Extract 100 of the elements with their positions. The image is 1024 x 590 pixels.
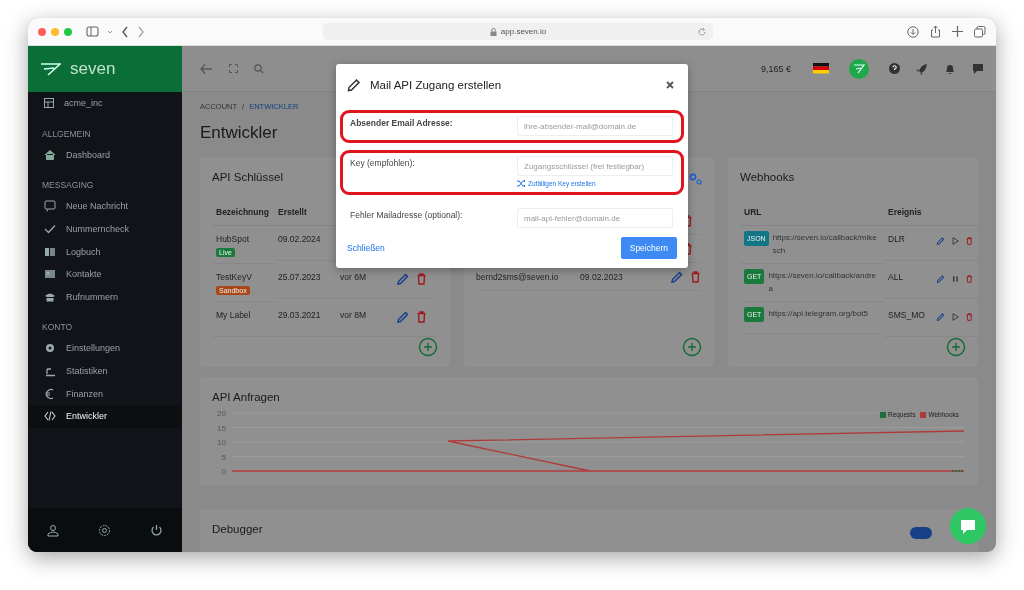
table-cell: SMS_MO (884, 302, 932, 337)
table-cell-text: HubSpot (216, 234, 251, 244)
gears-icon[interactable] (689, 173, 702, 185)
lock-icon (489, 27, 497, 36)
table-cell: vor 8M (340, 310, 366, 320)
contact-card-icon (44, 268, 56, 281)
nav-item[interactable]: Kontakte (28, 262, 182, 286)
home-icon (44, 148, 56, 161)
chevron-down-icon[interactable] (107, 29, 113, 34)
trash-icon[interactable] (965, 272, 974, 286)
code-icon (44, 410, 56, 423)
download-icon[interactable] (907, 25, 919, 38)
book-icon (44, 245, 56, 258)
column-header: Bezeichnung (212, 207, 274, 226)
paper-plane-icon (40, 62, 61, 76)
section-heading: KONTO (41, 321, 74, 335)
account-item[interactable]: acme_inc (28, 92, 182, 115)
field-label: Key (empfohlen): (350, 157, 416, 170)
field-label: Absender Email Adresse: (350, 117, 454, 130)
forward-icon[interactable] (137, 25, 145, 38)
pencil-icon[interactable] (936, 310, 945, 324)
table-cell: DLR (884, 226, 932, 261)
trash-icon[interactable] (415, 272, 428, 286)
close-icon[interactable] (666, 81, 674, 89)
nav-item[interactable]: Rufnummern (28, 285, 182, 309)
avatar-icon[interactable] (849, 58, 869, 79)
back-icon[interactable] (121, 25, 129, 38)
gear-icon (44, 342, 56, 355)
pencil-icon[interactable] (396, 272, 409, 286)
rocket-icon[interactable] (916, 62, 928, 75)
table-cell-text: bernd2sms@seven.io (476, 271, 560, 282)
trash-icon[interactable] (965, 234, 974, 248)
url-text: https://api.telegram.org/bot5 (768, 308, 868, 320)
bell-icon[interactable] (944, 62, 956, 75)
chat-icon[interactable] (972, 62, 984, 75)
close-link[interactable]: Schließen (347, 243, 385, 253)
nav-item[interactable]: Entwickler (28, 404, 182, 428)
card-title: API Schlüssel (212, 170, 284, 183)
trash-icon[interactable] (415, 310, 428, 324)
dialog-title: Mail API Zugang erstellen (370, 79, 503, 91)
shuffle-icon (517, 179, 525, 188)
chat-bubble-icon (959, 517, 977, 535)
back-arrow-icon[interactable] (200, 62, 213, 75)
pencil-icon[interactable] (396, 310, 409, 324)
toggle-switch[interactable] (910, 527, 932, 539)
nav-item[interactable]: Einstellungen (28, 337, 182, 360)
power-icon[interactable] (149, 523, 163, 537)
pencil-icon[interactable] (936, 234, 945, 248)
balance-text: 9,165 € (760, 63, 791, 74)
settings-icon[interactable] (98, 523, 111, 537)
user-icon[interactable] (47, 523, 60, 537)
input-field[interactable]: mail-api-fehler@domain.de (517, 208, 673, 228)
share-icon[interactable] (930, 25, 941, 38)
euro-icon (44, 387, 56, 400)
column-header: Ereignis (884, 207, 932, 226)
section-heading: ALLGEMEIN (41, 127, 92, 141)
page-title: Entwickler (200, 123, 278, 143)
add-icon[interactable] (946, 337, 966, 357)
reload-icon (698, 28, 707, 36)
address-text: app.seven.io (500, 27, 547, 36)
help-icon[interactable] (889, 63, 900, 74)
card-title: Webhooks (740, 170, 796, 183)
chat-button[interactable] (950, 508, 986, 544)
check-icon (44, 223, 56, 236)
fullscreen-icon[interactable] (229, 64, 238, 73)
flag-icon[interactable] (813, 63, 829, 74)
field-label: Fehler Mailadresse (optional): (350, 209, 464, 222)
sidebar-toggle-icon[interactable] (86, 26, 99, 37)
url-text: https://seven.io/callback/andrea (768, 270, 877, 295)
table-cell-text: TestKeyV (216, 272, 253, 282)
search-icon[interactable] (254, 63, 264, 74)
brand-name: seven (70, 59, 116, 79)
section-heading: MESSAGING (41, 179, 95, 193)
play-icon[interactable] (950, 310, 960, 324)
monitor-icon (44, 200, 56, 213)
address-bar[interactable]: app.seven.io (323, 23, 713, 40)
url-text: https://seven.io/callback/mikesch (772, 232, 878, 257)
add-icon[interactable] (682, 337, 702, 357)
pencil-icon[interactable] (670, 269, 683, 284)
trash-icon[interactable] (965, 310, 974, 324)
input-field[interactable]: ihre-absender-mail@domain.de (517, 116, 673, 136)
pencil-icon[interactable] (936, 272, 945, 286)
nav-item[interactable]: Neue Nachricht (28, 195, 182, 218)
plus-icon[interactable] (952, 26, 963, 37)
table-cell: 29.03.2021 (274, 302, 336, 337)
nav-item[interactable]: Logbuch (28, 240, 182, 263)
card-title: API Anfragen (212, 390, 281, 403)
add-icon[interactable] (418, 337, 438, 357)
trash-icon[interactable] (689, 269, 702, 284)
nav-item[interactable]: Dashboard (28, 143, 182, 167)
column-header: URL (740, 207, 884, 226)
nav-item[interactable]: Nummerncheck (28, 217, 182, 241)
table-cell-text: 09.02.2023 (580, 271, 624, 282)
play-icon[interactable] (950, 234, 960, 248)
table-cell: ALL (884, 264, 932, 299)
input-field[interactable]: Zugangsschlüssel (frei festlegbar) (517, 156, 673, 176)
tabs-icon[interactable] (974, 25, 986, 38)
nav-item[interactable]: Statistiken (28, 359, 182, 383)
nav-item[interactable]: Finanzen (28, 382, 182, 405)
table-cell: 25.07.2023 (274, 264, 336, 299)
